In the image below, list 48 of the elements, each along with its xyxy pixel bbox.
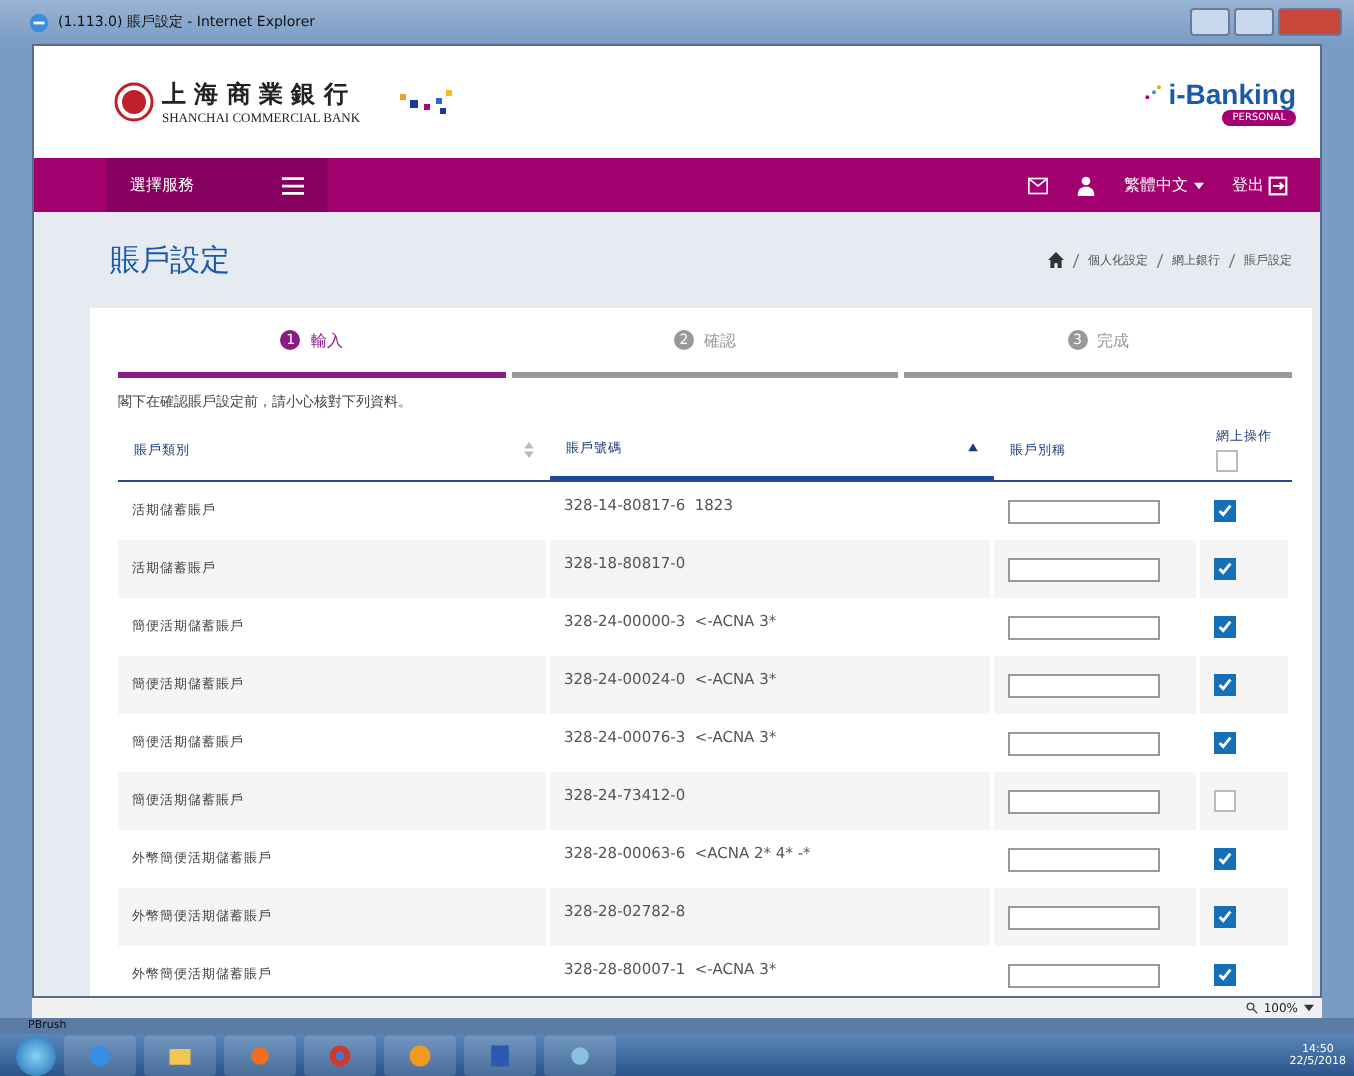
service-menu-button[interactable]: 選擇服務 bbox=[106, 158, 328, 212]
zoom-icon bbox=[1245, 1002, 1258, 1014]
browser-icon bbox=[28, 11, 50, 33]
online-checkbox[interactable] bbox=[1214, 616, 1236, 638]
online-checkbox[interactable] bbox=[1214, 674, 1236, 696]
breadcrumb-separator-icon bbox=[1228, 253, 1236, 267]
online-checkbox[interactable] bbox=[1214, 964, 1236, 986]
nickname-input-field[interactable] bbox=[1008, 789, 1160, 813]
sort-icon[interactable] bbox=[524, 442, 534, 458]
breadcrumb-separator-icon bbox=[1072, 253, 1080, 267]
nickname-input-field[interactable] bbox=[1008, 963, 1160, 987]
page-title: 賬戶設定 bbox=[110, 241, 230, 279]
sort-ascending-icon[interactable] bbox=[968, 440, 978, 456]
caret-icon bbox=[1194, 181, 1204, 189]
online-checkbox[interactable] bbox=[1214, 500, 1236, 522]
start-button[interactable] bbox=[16, 1035, 56, 1075]
dots-icon bbox=[396, 88, 457, 116]
online-checkbox[interactable] bbox=[1214, 848, 1236, 870]
select-all-checkbox[interactable] bbox=[1216, 450, 1238, 472]
caret-icon bbox=[1304, 1004, 1314, 1012]
nickname-input-field[interactable] bbox=[1008, 905, 1160, 929]
nickname-input-field[interactable] bbox=[1008, 673, 1160, 697]
document-taskbar-icon[interactable] bbox=[464, 1035, 536, 1075]
browser-taskbar-icon[interactable] bbox=[64, 1035, 136, 1075]
mail-icon[interactable] bbox=[1028, 175, 1048, 195]
folder-taskbar-icon[interactable] bbox=[144, 1035, 216, 1075]
brand-name: i-Banking bbox=[1168, 78, 1296, 110]
nickname-input-field[interactable] bbox=[1008, 615, 1160, 639]
online-checkbox[interactable] bbox=[1214, 906, 1236, 928]
minimize-button[interactable] bbox=[1190, 8, 1230, 36]
user-icon[interactable] bbox=[1076, 175, 1096, 195]
menu-icon[interactable] bbox=[282, 175, 304, 195]
online-checkbox[interactable] bbox=[1214, 732, 1236, 754]
bank-name: 上 海 商 業 銀 行 bbox=[162, 78, 350, 112]
home-icon[interactable] bbox=[1048, 252, 1064, 268]
online-checkbox[interactable] bbox=[1214, 558, 1236, 580]
nickname-input-field[interactable] bbox=[1008, 499, 1160, 523]
bank-logo-icon bbox=[114, 82, 154, 122]
dots-icon bbox=[1144, 84, 1165, 104]
language-dropdown[interactable]: 繁體中文 bbox=[1124, 174, 1204, 196]
logout-link[interactable]: 登出 bbox=[1232, 174, 1288, 196]
maximize-button[interactable] bbox=[1234, 8, 1274, 36]
online-checkbox[interactable] bbox=[1214, 790, 1236, 812]
breadcrumb-separator-icon bbox=[1156, 253, 1164, 267]
nickname-input-field[interactable] bbox=[1008, 731, 1160, 755]
nickname-input-field[interactable] bbox=[1008, 557, 1160, 581]
logout-icon bbox=[1268, 175, 1288, 195]
nickname-input-field[interactable] bbox=[1008, 847, 1160, 871]
